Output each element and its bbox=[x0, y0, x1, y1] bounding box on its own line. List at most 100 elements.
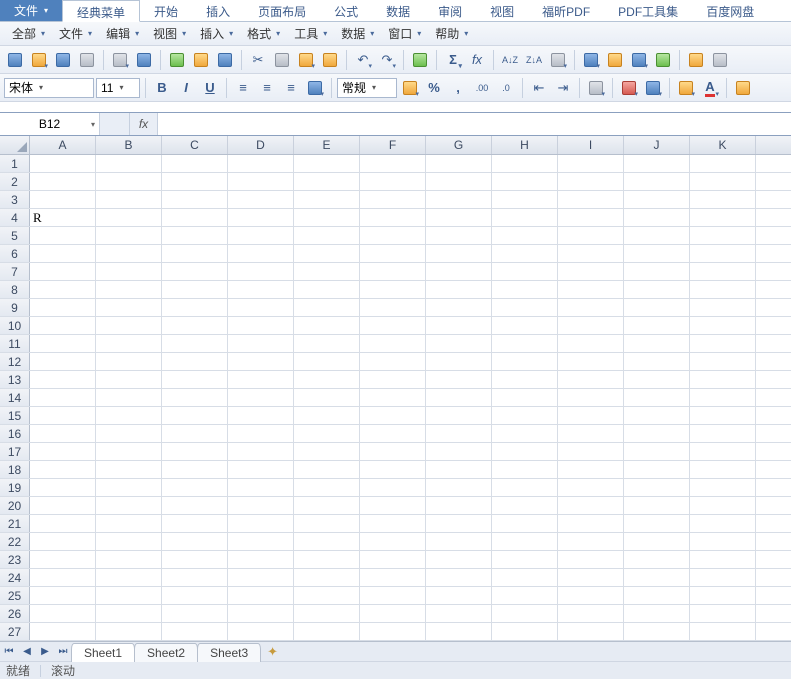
cell-K18[interactable] bbox=[690, 461, 756, 478]
cell-I6[interactable] bbox=[558, 245, 624, 262]
row-header-22[interactable]: 22 bbox=[0, 533, 30, 550]
pivot-icon[interactable] bbox=[604, 49, 626, 71]
cell-B15[interactable] bbox=[96, 407, 162, 424]
cell-G9[interactable] bbox=[426, 299, 492, 316]
shapes-icon[interactable] bbox=[652, 49, 674, 71]
cell-F8[interactable] bbox=[360, 281, 426, 298]
cell-G2[interactable] bbox=[426, 173, 492, 190]
translate-icon[interactable] bbox=[214, 49, 236, 71]
cell-C7[interactable] bbox=[162, 263, 228, 280]
mail-icon[interactable] bbox=[76, 49, 98, 71]
redo-icon[interactable]: ↷ bbox=[376, 49, 398, 71]
ribbon-tab-0[interactable]: 经典菜单 bbox=[62, 0, 140, 22]
col-header-F[interactable]: F bbox=[360, 136, 426, 154]
cell-J12[interactable] bbox=[624, 353, 690, 370]
table-icon[interactable] bbox=[628, 49, 650, 71]
cell-G6[interactable] bbox=[426, 245, 492, 262]
cell-J2[interactable] bbox=[624, 173, 690, 190]
cell-A11[interactable] bbox=[30, 335, 96, 352]
row-header-14[interactable]: 14 bbox=[0, 389, 30, 406]
col-header-B[interactable]: B bbox=[96, 136, 162, 154]
cell-J14[interactable] bbox=[624, 389, 690, 406]
cell-F10[interactable] bbox=[360, 317, 426, 334]
cell-D4[interactable] bbox=[228, 209, 294, 226]
row-header-6[interactable]: 6 bbox=[0, 245, 30, 262]
cell-H15[interactable] bbox=[492, 407, 558, 424]
chart-icon[interactable] bbox=[580, 49, 602, 71]
cell-I11[interactable] bbox=[558, 335, 624, 352]
cell-K27[interactable] bbox=[690, 623, 756, 640]
cell-B7[interactable] bbox=[96, 263, 162, 280]
fill-color-icon[interactable] bbox=[675, 77, 697, 99]
row-header-26[interactable]: 26 bbox=[0, 605, 30, 622]
cell-A12[interactable] bbox=[30, 353, 96, 370]
cell-D1[interactable] bbox=[228, 155, 294, 172]
cell-J25[interactable] bbox=[624, 587, 690, 604]
cell-I17[interactable] bbox=[558, 443, 624, 460]
cell-H5[interactable] bbox=[492, 227, 558, 244]
percent-icon[interactable]: % bbox=[423, 77, 445, 99]
cell-A8[interactable] bbox=[30, 281, 96, 298]
row-header-4[interactable]: 4 bbox=[0, 209, 30, 226]
cell-I15[interactable] bbox=[558, 407, 624, 424]
cell-B8[interactable] bbox=[96, 281, 162, 298]
cell-I14[interactable] bbox=[558, 389, 624, 406]
new-icon[interactable] bbox=[4, 49, 26, 71]
cell-J16[interactable] bbox=[624, 425, 690, 442]
cell-K21[interactable] bbox=[690, 515, 756, 532]
row-header-20[interactable]: 20 bbox=[0, 497, 30, 514]
cell-B23[interactable] bbox=[96, 551, 162, 568]
row-header-5[interactable]: 5 bbox=[0, 227, 30, 244]
cell-D15[interactable] bbox=[228, 407, 294, 424]
cell-J21[interactable] bbox=[624, 515, 690, 532]
cell-J23[interactable] bbox=[624, 551, 690, 568]
cell-K24[interactable] bbox=[690, 569, 756, 586]
cell-styles-icon[interactable] bbox=[642, 77, 664, 99]
cell-C20[interactable] bbox=[162, 497, 228, 514]
cell-I4[interactable] bbox=[558, 209, 624, 226]
cell-C26[interactable] bbox=[162, 605, 228, 622]
cell-J4[interactable] bbox=[624, 209, 690, 226]
cell-D2[interactable] bbox=[228, 173, 294, 190]
cell-F7[interactable] bbox=[360, 263, 426, 280]
cell-F24[interactable] bbox=[360, 569, 426, 586]
cell-G1[interactable] bbox=[426, 155, 492, 172]
cell-E5[interactable] bbox=[294, 227, 360, 244]
cell-D24[interactable] bbox=[228, 569, 294, 586]
cell-K25[interactable] bbox=[690, 587, 756, 604]
cell-J17[interactable] bbox=[624, 443, 690, 460]
select-all-corner[interactable] bbox=[0, 136, 30, 154]
cell-H27[interactable] bbox=[492, 623, 558, 640]
cell-I9[interactable] bbox=[558, 299, 624, 316]
save-icon[interactable] bbox=[52, 49, 74, 71]
cell-F13[interactable] bbox=[360, 371, 426, 388]
cell-C8[interactable] bbox=[162, 281, 228, 298]
cell-C2[interactable] bbox=[162, 173, 228, 190]
decrease-indent-icon[interactable]: ⇤ bbox=[528, 77, 550, 99]
cell-F17[interactable] bbox=[360, 443, 426, 460]
name-box[interactable]: B12▾ bbox=[0, 113, 100, 135]
cell-E15[interactable] bbox=[294, 407, 360, 424]
cell-J3[interactable] bbox=[624, 191, 690, 208]
cell-G5[interactable] bbox=[426, 227, 492, 244]
cell-J26[interactable] bbox=[624, 605, 690, 622]
cell-B14[interactable] bbox=[96, 389, 162, 406]
cell-J19[interactable] bbox=[624, 479, 690, 496]
cell-H8[interactable] bbox=[492, 281, 558, 298]
cell-G22[interactable] bbox=[426, 533, 492, 550]
cell-E27[interactable] bbox=[294, 623, 360, 640]
research-icon[interactable] bbox=[190, 49, 212, 71]
col-header-I[interactable]: I bbox=[558, 136, 624, 154]
cell-I27[interactable] bbox=[558, 623, 624, 640]
cell-C14[interactable] bbox=[162, 389, 228, 406]
sort-asc-icon[interactable]: A↓Z bbox=[499, 49, 521, 71]
cell-A10[interactable] bbox=[30, 317, 96, 334]
row-header-8[interactable]: 8 bbox=[0, 281, 30, 298]
cell-G23[interactable] bbox=[426, 551, 492, 568]
menu-9[interactable]: 帮助▾ bbox=[429, 23, 474, 44]
cell-B3[interactable] bbox=[96, 191, 162, 208]
cell-G13[interactable] bbox=[426, 371, 492, 388]
cell-F6[interactable] bbox=[360, 245, 426, 262]
cell-D11[interactable] bbox=[228, 335, 294, 352]
cell-F15[interactable] bbox=[360, 407, 426, 424]
